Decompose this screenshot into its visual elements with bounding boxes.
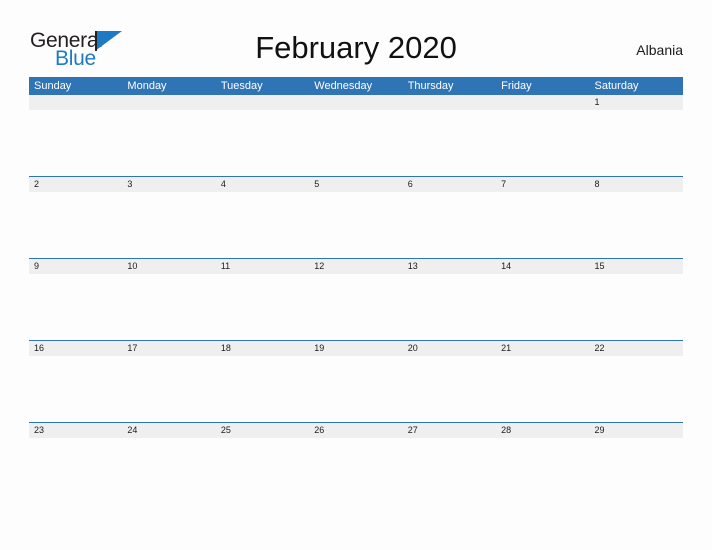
day-number[interactable]: 15 <box>590 259 683 274</box>
day-cell-body[interactable] <box>403 192 496 258</box>
weekday-header-wednesday: Wednesday <box>314 80 373 92</box>
weekday-header-saturday: Saturday <box>594 80 639 92</box>
day-cell-body[interactable] <box>122 356 215 422</box>
week-row: 23 24 25 26 27 28 29 <box>29 422 683 504</box>
day-cell-body[interactable] <box>29 192 122 258</box>
day-cell-body[interactable] <box>590 110 683 176</box>
day-cell-body[interactable] <box>403 274 496 340</box>
calendar-page: General Blue February 2020 Albania Sunda… <box>0 0 712 550</box>
day-cell-body[interactable] <box>216 438 309 504</box>
day-cell-body[interactable] <box>403 110 496 176</box>
day-cell-body[interactable] <box>590 356 683 422</box>
day-cell-body[interactable] <box>309 192 402 258</box>
day-number[interactable]: 20 <box>403 341 496 356</box>
weekday-header-thursday: Thursday <box>407 80 454 92</box>
week-date-band: 1 <box>29 95 683 110</box>
day-cell-body[interactable] <box>590 192 683 258</box>
day-number[interactable] <box>216 95 309 110</box>
day-cell-body[interactable] <box>122 110 215 176</box>
week-row: 9 10 11 12 13 14 15 <box>29 258 683 340</box>
week-body-band <box>29 438 683 504</box>
day-cell-body[interactable] <box>216 192 309 258</box>
day-number[interactable]: 26 <box>309 423 402 438</box>
day-number[interactable]: 8 <box>590 177 683 192</box>
day-number[interactable]: 11 <box>216 259 309 274</box>
day-cell-body[interactable] <box>309 110 402 176</box>
day-cell-body[interactable] <box>122 274 215 340</box>
day-cell-body[interactable] <box>496 192 589 258</box>
day-number[interactable]: 9 <box>29 259 122 274</box>
day-cell-body[interactable] <box>29 438 122 504</box>
day-cell-body[interactable] <box>590 438 683 504</box>
week-row: 2 3 4 5 6 7 8 <box>29 176 683 258</box>
week-row: 16 17 18 19 20 21 22 <box>29 340 683 422</box>
day-cell-body[interactable] <box>309 438 402 504</box>
day-cell-body[interactable] <box>216 356 309 422</box>
day-number[interactable]: 12 <box>309 259 402 274</box>
day-cell-body[interactable] <box>309 356 402 422</box>
day-number[interactable]: 19 <box>309 341 402 356</box>
day-cell-body[interactable] <box>122 438 215 504</box>
day-number[interactable]: 10 <box>122 259 215 274</box>
day-number[interactable]: 24 <box>122 423 215 438</box>
page-title: February 2020 <box>255 30 457 65</box>
day-number[interactable]: 5 <box>309 177 402 192</box>
page-header: General Blue February 2020 Albania <box>29 26 683 72</box>
day-number[interactable] <box>403 95 496 110</box>
day-cell-body[interactable] <box>216 274 309 340</box>
day-number[interactable]: 4 <box>216 177 309 192</box>
day-cell-body[interactable] <box>309 274 402 340</box>
day-cell-body[interactable] <box>496 274 589 340</box>
day-cell-body[interactable] <box>29 110 122 176</box>
calendar-grid: Sunday Monday Tuesday Wednesday Thursday… <box>29 77 683 504</box>
day-number[interactable]: 21 <box>496 341 589 356</box>
day-number[interactable]: 2 <box>29 177 122 192</box>
week-date-band: 16 17 18 19 20 21 22 <box>29 341 683 356</box>
day-number[interactable]: 14 <box>496 259 589 274</box>
day-number[interactable]: 7 <box>496 177 589 192</box>
day-number[interactable] <box>496 95 589 110</box>
day-number[interactable]: 28 <box>496 423 589 438</box>
day-cell-body[interactable] <box>216 110 309 176</box>
weekday-header-row: Sunday Monday Tuesday Wednesday Thursday… <box>29 77 683 95</box>
day-number[interactable] <box>122 95 215 110</box>
day-number[interactable]: 25 <box>216 423 309 438</box>
day-cell-body[interactable] <box>496 356 589 422</box>
week-date-band: 23 24 25 26 27 28 29 <box>29 423 683 438</box>
weekday-header-friday: Friday <box>501 80 532 92</box>
day-number[interactable]: 3 <box>122 177 215 192</box>
day-number[interactable]: 22 <box>590 341 683 356</box>
weekday-header-tuesday: Tuesday <box>220 80 263 92</box>
day-cell-body[interactable] <box>403 356 496 422</box>
day-cell-body[interactable] <box>29 274 122 340</box>
day-number[interactable]: 13 <box>403 259 496 274</box>
day-number[interactable]: 6 <box>403 177 496 192</box>
country-label: Albania <box>636 42 683 58</box>
week-date-band: 9 10 11 12 13 14 15 <box>29 259 683 274</box>
day-number[interactable] <box>309 95 402 110</box>
week-body-band <box>29 192 683 258</box>
weekday-header-sunday: Sunday <box>34 80 72 92</box>
day-cell-body[interactable] <box>496 110 589 176</box>
day-number[interactable]: 23 <box>29 423 122 438</box>
day-number[interactable]: 16 <box>29 341 122 356</box>
week-body-band <box>29 110 683 176</box>
day-cell-body[interactable] <box>590 274 683 340</box>
day-cell-body[interactable] <box>496 438 589 504</box>
day-number[interactable]: 1 <box>590 95 683 110</box>
day-cell-body[interactable] <box>403 438 496 504</box>
day-number[interactable]: 29 <box>590 423 683 438</box>
week-body-band <box>29 356 683 422</box>
weekday-header-monday: Monday <box>127 80 167 92</box>
day-number[interactable]: 18 <box>216 341 309 356</box>
week-body-band <box>29 274 683 340</box>
day-number[interactable]: 17 <box>122 341 215 356</box>
day-number[interactable]: 27 <box>403 423 496 438</box>
day-number[interactable] <box>29 95 122 110</box>
day-cell-body[interactable] <box>29 356 122 422</box>
week-row: 1 <box>29 95 683 176</box>
day-cell-body[interactable] <box>122 192 215 258</box>
week-date-band: 2 3 4 5 6 7 8 <box>29 177 683 192</box>
